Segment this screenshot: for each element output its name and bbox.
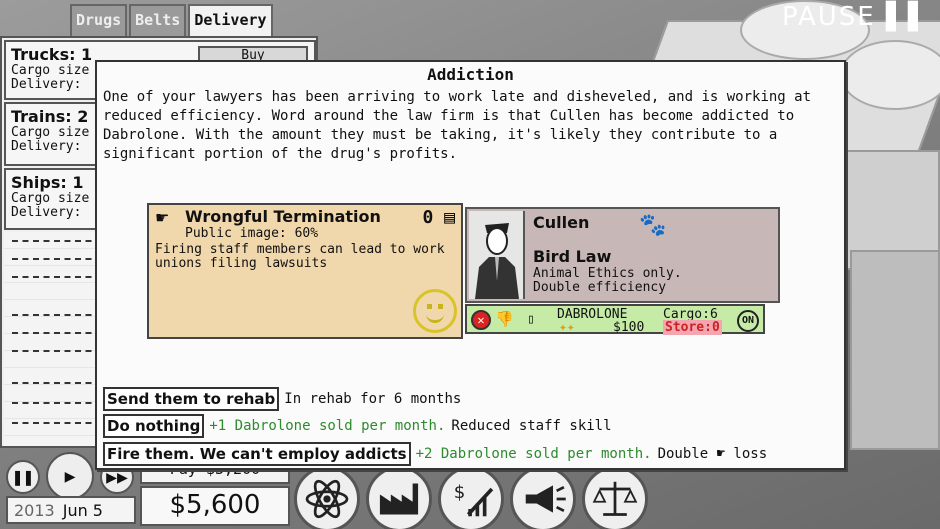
pause-speed-button[interactable]: ❚❚: [6, 460, 40, 494]
product-store: Store:0: [663, 320, 722, 335]
event-description: Firing staff members can lead to work un…: [155, 242, 445, 271]
choice-row-do-nothing: Do nothing +1 Dabrolone sold per month. …: [103, 414, 612, 438]
public-image-label: Public image: 60%: [185, 226, 319, 241]
left-panel-tabs: Drugs Belts Delivery: [70, 4, 275, 36]
event-name: Wrongful Termination: [185, 207, 381, 226]
choice-effect: Double ☛ loss: [657, 446, 768, 462]
fire-button[interactable]: Fire them. We can't employ addicts: [103, 442, 411, 466]
event-count-value: 0: [422, 207, 434, 228]
date-display: 2013 Jun 5: [6, 496, 136, 524]
pill-icon: ▯: [527, 312, 535, 327]
atom-icon: [305, 479, 349, 519]
tab-drugs[interactable]: Drugs: [70, 4, 128, 36]
pause-icon: ❚❚: [12, 466, 34, 488]
date-label: Jun 5: [62, 501, 103, 520]
choice-row-fire: Fire them. We can't employ addicts +2 Da…: [103, 442, 767, 466]
close-x-icon[interactable]: ✕: [471, 310, 491, 330]
play-button[interactable]: ▶: [46, 452, 94, 500]
rehab-button[interactable]: Send them to rehab: [103, 387, 280, 411]
staff-traits: Animal Ethics only. Double efficiency: [533, 267, 682, 295]
staff-department: Bird Law: [533, 247, 612, 266]
pause-label: PAUSE: [781, 2, 876, 32]
play-icon: ▶: [64, 465, 76, 487]
tab-belts[interactable]: Belts: [129, 4, 187, 36]
event-dialog: Addiction One of your lawyers has been a…: [95, 60, 846, 470]
road-lane: [12, 258, 102, 260]
sea-lane: [12, 382, 102, 384]
year-label: 2013: [14, 501, 55, 520]
choice-effect-positive: +1 Dabrolone sold per month.: [209, 418, 446, 434]
finance-button[interactable]: $: [438, 466, 504, 529]
event-count: 0 ▤: [422, 207, 455, 228]
document-icon: ▤: [444, 207, 455, 228]
research-button[interactable]: [294, 466, 360, 529]
staff-card: Cullen 🐾 Bird Law Animal Ethics only. Do…: [465, 207, 780, 303]
rail-lane: [12, 350, 102, 352]
sea-lane: [12, 422, 102, 424]
product-price: $100: [613, 320, 645, 335]
legal-button[interactable]: [582, 466, 648, 529]
staff-trait-2: Double efficiency: [533, 280, 667, 295]
staff-name: Cullen: [533, 213, 590, 232]
road-lane: [12, 276, 102, 278]
smiley-face-icon: [413, 289, 457, 333]
event-card: ☛ Wrongful Termination 0 ▤ Public image:…: [147, 203, 463, 339]
product-card: ✕ 👎 ▯ DABROLONE Cargo:6 ✦✦ $100 Store:0 …: [465, 304, 765, 335]
money-display: $5,600: [140, 486, 290, 526]
tab-delivery[interactable]: Delivery: [188, 4, 273, 36]
staff-trait-1: Animal Ethics only.: [533, 266, 682, 281]
paw-print-icon: 🐾: [639, 213, 667, 238]
megaphone-icon: [525, 485, 566, 513]
thumbs-down-icon: 👎: [495, 310, 514, 328]
choice-effect: Reduced staff skill: [451, 418, 612, 434]
pause-button[interactable]: PAUSE ▌▌: [782, 2, 930, 32]
factory-icon: [379, 483, 419, 515]
machine-disk: [840, 40, 940, 110]
staff-portrait: [469, 211, 525, 299]
event-card-title: ☛ Wrongful Termination: [155, 207, 455, 227]
marketing-button[interactable]: [510, 466, 576, 529]
pointing-hand-icon: ☛: [155, 208, 170, 227]
sea-lane: [12, 402, 102, 404]
scales-icon: [592, 481, 638, 516]
dialog-title: Addiction: [427, 65, 514, 84]
quality-stars-icon: ✦✦: [559, 320, 575, 335]
dialog-body: One of your lawyers has been arriving to…: [103, 89, 812, 162]
finance-chart-icon: $: [454, 482, 494, 517]
road-lane: [12, 240, 102, 242]
rail-lane: [12, 314, 102, 316]
factory-button[interactable]: [366, 466, 432, 529]
factory-floor-block: [850, 250, 940, 450]
do-nothing-button[interactable]: Do nothing: [103, 414, 205, 438]
pause-icon: ▌▌: [886, 2, 930, 32]
choice-row-rehab: Send them to rehab In rehab for 6 months: [103, 387, 461, 411]
choice-effect-positive: +2 Dabrolone sold per month.: [415, 446, 652, 462]
svg-text:$: $: [454, 482, 466, 503]
product-toggle-button[interactable]: ON: [737, 310, 759, 332]
lawyer-avatar-icon: [475, 223, 519, 299]
choice-effect: In rehab for 6 months: [284, 391, 462, 407]
rail-lane: [12, 332, 102, 334]
